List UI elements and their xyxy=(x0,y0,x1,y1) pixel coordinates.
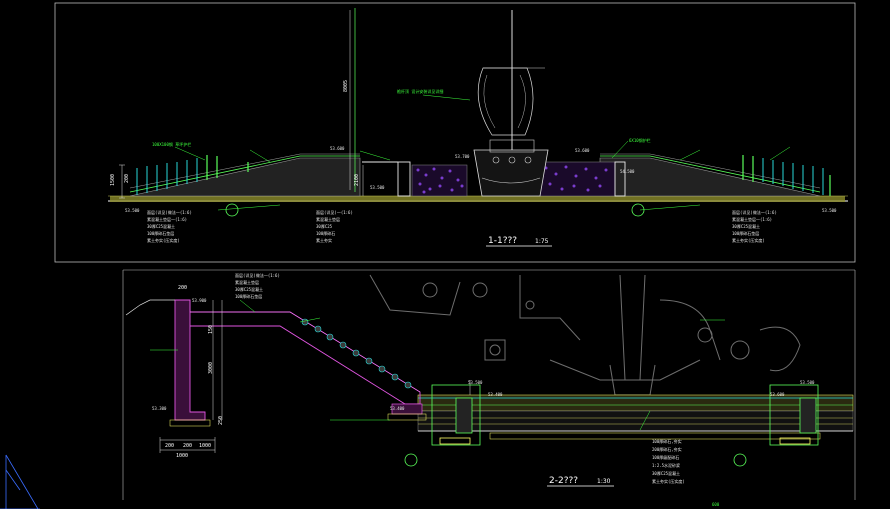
left-mound xyxy=(129,153,361,197)
svg-text:素土夯实(压实度): 素土夯实(压实度) xyxy=(652,478,685,484)
ucs-axis-icon xyxy=(0,454,40,509)
elev2-top: 53.900 xyxy=(192,298,207,303)
pavement-layers xyxy=(417,394,854,440)
dim2-200: 200 xyxy=(178,285,187,291)
svg-text:100厚碎石垫层: 100厚碎石垫层 xyxy=(732,230,759,236)
section-2-dims xyxy=(159,300,223,453)
svg-text:100厚碎石,夯实: 100厚碎石,夯实 xyxy=(652,438,682,444)
svg-text:30厚C25混凝土: 30厚C25混凝土 xyxy=(147,223,175,229)
note-right-rail: 6X10钢护栏 xyxy=(629,137,651,143)
svg-text:100厚碎石垫层: 100厚碎石垫层 xyxy=(235,293,262,299)
dim2-150: 150 xyxy=(208,325,214,334)
dim-200: 200 xyxy=(124,174,130,183)
elev-mid-right: 53.600 xyxy=(575,148,590,153)
elev-ship: 54.500 xyxy=(620,169,635,174)
dim-2100: 2100 xyxy=(354,174,360,186)
layers-left: 面层(详见)做法一(1:6) 素混凝土垫层一(1:6) 30厚C25混凝土 10… xyxy=(147,209,192,243)
section-2-markers xyxy=(404,453,747,467)
svg-text:素土夯实(压实度): 素土夯实(压实度) xyxy=(732,237,765,243)
svg-text:100厚碎石垫层: 100厚碎石垫层 xyxy=(147,230,174,236)
cad-drawing-canvas: 1500 200 2100 8005 53.500 53.500 53.600 … xyxy=(0,2,856,509)
elev-mid-left: 53.600 xyxy=(330,146,345,151)
svg-text:素混凝土垫层一(1:6): 素混凝土垫层一(1:6) xyxy=(732,216,772,222)
svg-text:面层(详见)做法一(1:6): 面层(详见)做法一(1:6) xyxy=(235,272,280,278)
note-top-stack: 面层(详见)做法一(1:6) 素混凝土垫层 30厚C25混凝土 100厚碎石垫层 xyxy=(235,272,280,299)
svg-text:素混凝土垫层: 素混凝土垫层 xyxy=(316,216,340,222)
elev2-slope: 53.400 xyxy=(390,406,405,411)
elev2-wall: 53.300 xyxy=(152,406,167,411)
svg-text:素土夯实(压实度): 素土夯实(压实度) xyxy=(147,237,180,243)
dim-1500: 1500 xyxy=(110,174,116,186)
section-1-ground xyxy=(108,195,848,202)
svg-text:1:2.5水泥砂浆: 1:2.5水泥砂浆 xyxy=(652,462,680,468)
footer-label: 600 xyxy=(712,502,720,507)
svg-text:面层(详见)一(1:6): 面层(详见)一(1:6) xyxy=(316,209,353,215)
dim-8005: 8005 xyxy=(343,80,349,92)
svg-text:200厚碎石,夯实: 200厚碎石,夯实 xyxy=(652,446,682,452)
svg-text:素土夯实: 素土夯实 xyxy=(316,237,332,243)
ship-background xyxy=(369,274,801,396)
elev2-mid: 53.400 xyxy=(488,392,503,397)
svg-text:30厚C25混凝土: 30厚C25混凝土 xyxy=(235,286,263,292)
section-1-title: 1-1??? xyxy=(488,236,517,246)
dim2-bot-200a: 200 xyxy=(165,443,174,449)
svg-text:30厚C25混凝土: 30厚C25混凝土 xyxy=(732,223,760,229)
slope-stones xyxy=(301,318,412,389)
dim2-bot-200b: 200 xyxy=(183,443,192,449)
purple-bed-right xyxy=(539,161,616,197)
svg-text:30厚C25: 30厚C25 xyxy=(316,224,333,229)
elev2-foot-l: 53.500 xyxy=(468,380,483,385)
upper-bank xyxy=(125,299,427,427)
svg-text:素混凝土垫层: 素混凝土垫层 xyxy=(235,279,259,285)
elev-right: 53.500 xyxy=(822,208,837,213)
note-left-rail: 100X100钢 草坪护栏 xyxy=(152,141,191,147)
section-1-scale: 1:75 xyxy=(535,238,549,245)
svg-text:面层(详见)做法一(1:6): 面层(详见)做法一(1:6) xyxy=(732,209,777,215)
svg-text:100厚级配碎石: 100厚级配碎石 xyxy=(652,454,679,460)
section-2-scale: 1:30 xyxy=(597,478,611,485)
elev-left: 53.500 xyxy=(125,208,140,213)
note-mast: 桅杆顶 设计安装详见详细 xyxy=(397,88,443,94)
elev-step: 53.500 xyxy=(370,185,385,190)
section-1-markers xyxy=(225,203,645,217)
dim2-250: 250 xyxy=(218,416,224,425)
right-mound xyxy=(599,153,821,197)
layers-mid: 面层(详见)一(1:6) 素混凝土垫层 30厚C25 100厚碎石 素土夯实 xyxy=(316,209,353,243)
svg-text:30厚C25混凝土: 30厚C25混凝土 xyxy=(652,470,680,476)
layers-right: 面层(详见)做法一(1:6) 素混凝土垫层一(1:6) 30厚C25混凝土 10… xyxy=(732,209,777,243)
purple-bed-left xyxy=(411,164,468,197)
svg-text:面层(详见)做法一(1:6): 面层(详见)做法一(1:6) xyxy=(147,209,192,215)
dim2-3000: 3000 xyxy=(208,362,214,374)
elev-bed: 53.700 xyxy=(455,154,470,159)
section-2-title: 2-2??? xyxy=(549,476,578,486)
section-2-frame xyxy=(122,269,856,500)
svg-text:素混凝土垫层一(1:6): 素混凝土垫层一(1:6) xyxy=(147,216,187,222)
dim2-bot-1000: 1000 xyxy=(176,453,188,459)
note-bottom-stack: 100厚碎石,夯实 200厚碎石,夯实 100厚级配碎石 1:2.5水泥砂浆 3… xyxy=(652,438,685,484)
retaining-wall xyxy=(174,299,421,421)
elev2-foot-r: 53.500 xyxy=(800,380,815,385)
dim2-side-1000: 1000 xyxy=(199,443,211,449)
svg-text:100厚碎石: 100厚碎石 xyxy=(316,230,335,236)
elev2-far-r: 53.600 xyxy=(770,392,785,397)
